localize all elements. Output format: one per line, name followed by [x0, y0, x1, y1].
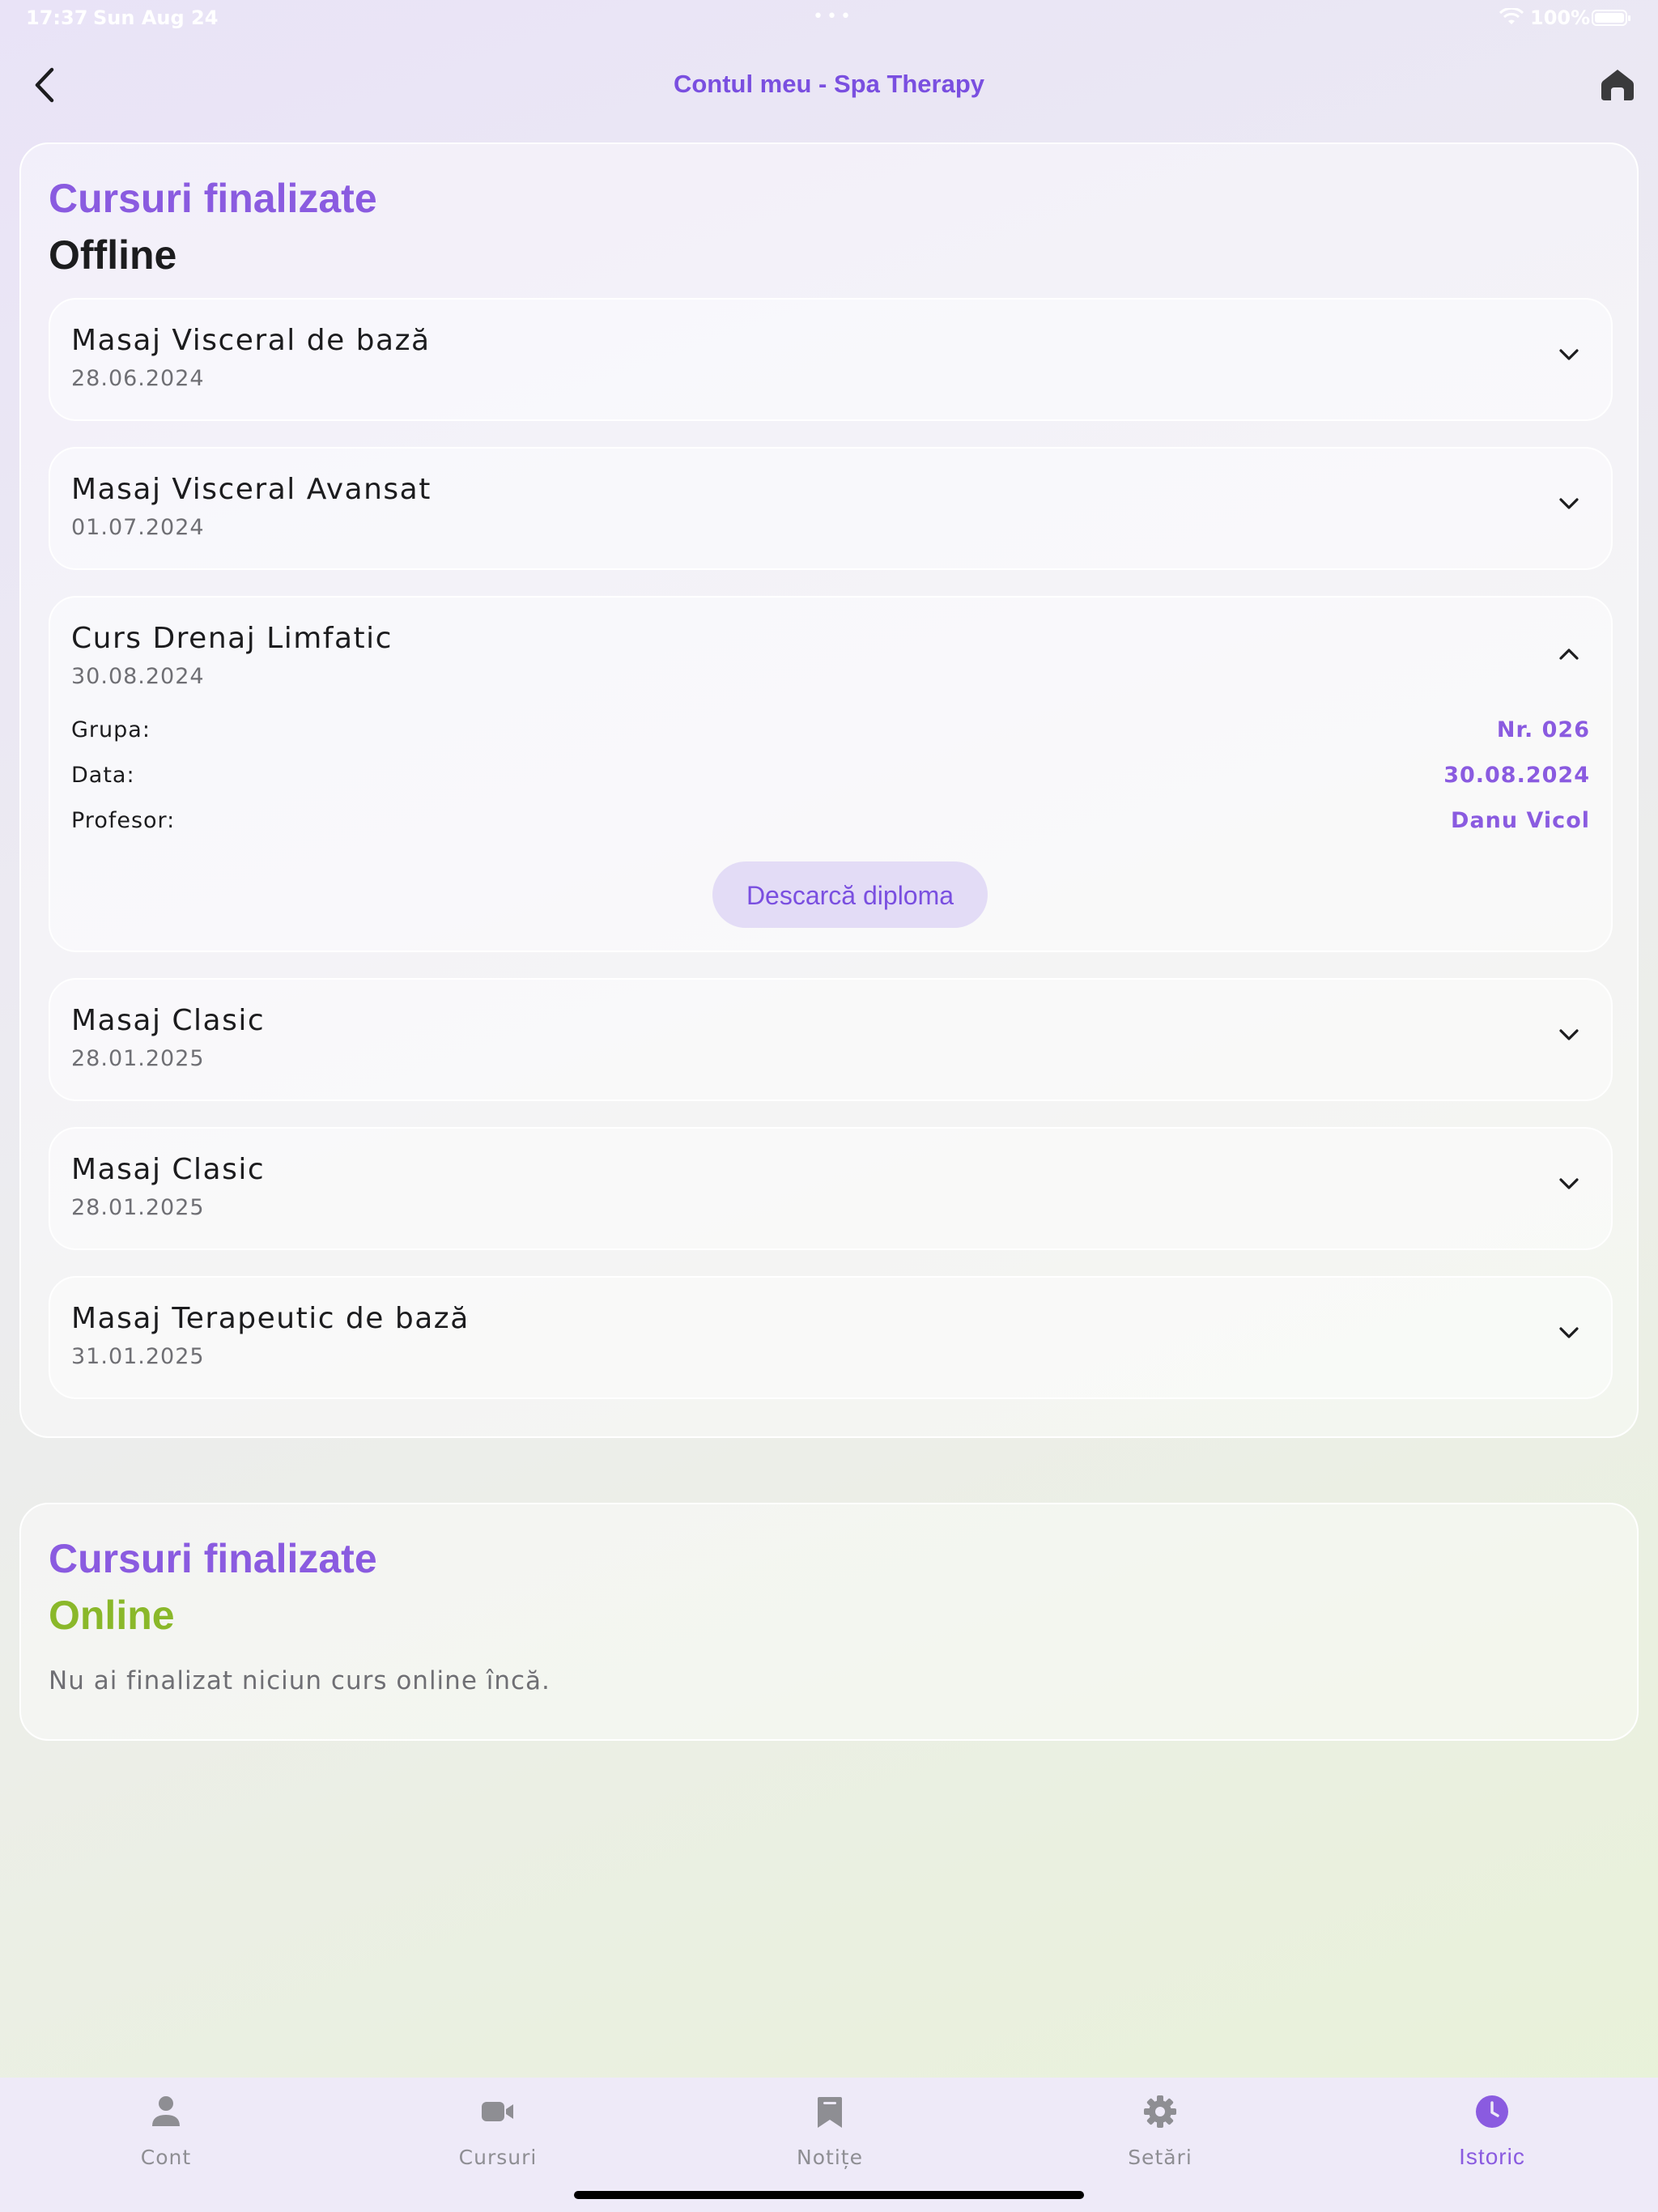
chevron-up-icon[interactable]: [1558, 646, 1580, 662]
online-card-title: Cursuri finalizate: [49, 1536, 377, 1581]
teacher-label: Profesor:: [71, 808, 176, 833]
bookmark-icon: [818, 2097, 842, 2128]
course-date: 31.01.2025: [71, 1344, 205, 1369]
gear-icon: [1144, 2095, 1176, 2128]
tab-notite[interactable]: Notițe: [664, 2078, 996, 2175]
course-name: Masaj Clasic: [71, 1004, 266, 1037]
course-name: Curs Drenaj Limfatic: [71, 622, 393, 655]
course-item[interactable]: Masaj Visceral de bază 28.06.2024: [49, 298, 1613, 421]
course-item[interactable]: Masaj Clasic 28.01.2025: [49, 1127, 1613, 1250]
course-date: 28.06.2024: [71, 366, 205, 391]
offline-card-subtitle: Offline: [49, 232, 177, 278]
online-card-subtitle: Online: [49, 1593, 175, 1638]
date-value: 30.08.2024: [1443, 763, 1590, 788]
course-name: Masaj Clasic: [71, 1153, 266, 1186]
chevron-down-icon[interactable]: [1558, 1027, 1580, 1043]
tab-label: Setări: [1128, 2146, 1192, 2169]
group-value: Nr. 026: [1496, 717, 1590, 742]
download-diploma-button[interactable]: Descarcă diploma: [712, 861, 988, 928]
person-icon: [152, 2096, 180, 2126]
tab-setari[interactable]: Setări: [994, 2078, 1326, 2175]
chevron-down-icon[interactable]: [1558, 496, 1580, 512]
home-icon[interactable]: [1600, 66, 1635, 102]
course-date: 30.08.2024: [71, 664, 205, 689]
tab-cont[interactable]: Cont: [0, 2078, 332, 2175]
battery-percent: 100%: [1530, 6, 1591, 29]
status-date: Sun Aug 24: [93, 6, 219, 29]
chevron-down-icon[interactable]: [1558, 1176, 1580, 1192]
clock-icon: [1476, 2095, 1508, 2128]
course-name: Masaj Visceral de bază: [71, 324, 431, 357]
home-indicator[interactable]: [574, 2191, 1084, 2199]
tab-istoric[interactable]: Istoric: [1326, 2078, 1658, 2175]
course-name: Masaj Terapeutic de bază: [71, 1302, 470, 1335]
video-camera-icon: [482, 2102, 513, 2121]
tab-label: Istoric: [1459, 2144, 1525, 2169]
chevron-down-icon[interactable]: [1558, 1325, 1580, 1341]
tab-label: Notițe: [797, 2146, 863, 2169]
course-item-expanded[interactable]: Curs Drenaj Limfatic 30.08.2024 Grupa: N…: [49, 596, 1613, 952]
course-item[interactable]: Masaj Clasic 28.01.2025: [49, 978, 1613, 1101]
course-date: 01.07.2024: [71, 515, 205, 540]
offline-courses-card: Cursuri finalizate Offline Masaj Viscera…: [19, 143, 1639, 1438]
tab-label: Cont: [140, 2146, 192, 2169]
status-bar: 17:37 Sun Aug 24 ••• 100%: [0, 0, 1658, 36]
course-item[interactable]: Masaj Terapeutic de bază 31.01.2025: [49, 1276, 1613, 1399]
course-date: 28.01.2025: [71, 1195, 205, 1220]
course-item[interactable]: Masaj Visceral Avansat 01.07.2024: [49, 447, 1613, 570]
group-label: Grupa:: [71, 717, 151, 742]
date-label: Data:: [71, 763, 135, 788]
status-time: 17:37: [26, 6, 88, 29]
wifi-icon: [1499, 8, 1524, 24]
tab-cursuri[interactable]: Cursuri: [332, 2078, 664, 2175]
multitasking-dots-icon[interactable]: •••: [813, 6, 854, 27]
course-date: 28.01.2025: [71, 1046, 205, 1071]
offline-card-title: Cursuri finalizate: [49, 176, 377, 221]
course-name: Masaj Visceral Avansat: [71, 473, 432, 506]
teacher-value: Danu Vicol: [1451, 808, 1590, 833]
online-courses-card: Cursuri finalizate Online Nu ai finaliza…: [19, 1503, 1639, 1741]
chevron-down-icon[interactable]: [1558, 347, 1580, 363]
page-title: Contul meu - Spa Therapy: [673, 70, 985, 98]
online-empty-message: Nu ai finalizat niciun curs online încă.: [49, 1666, 551, 1695]
tab-label: Cursuri: [458, 2146, 538, 2169]
battery-icon: [1592, 10, 1630, 26]
